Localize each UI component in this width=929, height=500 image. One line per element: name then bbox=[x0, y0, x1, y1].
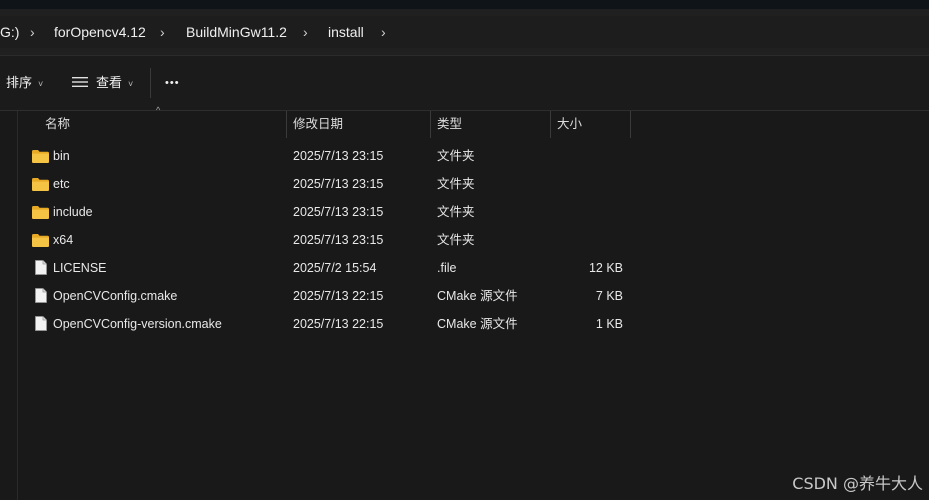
column-header-date[interactable]: 修改日期 bbox=[293, 111, 343, 138]
view-button[interactable]: 查看 ˅ bbox=[72, 68, 133, 98]
chevron-right-icon[interactable]: › bbox=[30, 16, 35, 48]
toolbar-divider bbox=[150, 68, 151, 98]
file-row[interactable]: bin 2025/7/13 23:15 文件夹 bbox=[18, 142, 638, 170]
file-size bbox=[563, 226, 623, 254]
breadcrumb-item-install[interactable]: install bbox=[328, 16, 364, 48]
sort-label: 排序 bbox=[6, 75, 33, 90]
file-date: 2025/7/2 15:54 bbox=[293, 261, 377, 275]
file-name: LICENSE bbox=[53, 261, 107, 275]
file-date: 2025/7/13 22:15 bbox=[293, 317, 384, 331]
file-date: 2025/7/13 23:15 bbox=[293, 177, 384, 191]
file-date: 2025/7/13 22:15 bbox=[293, 289, 384, 303]
file-size bbox=[563, 170, 623, 198]
column-divider[interactable] bbox=[430, 111, 431, 138]
chevron-right-icon[interactable]: › bbox=[303, 16, 308, 48]
file-date: 2025/7/13 23:15 bbox=[293, 233, 384, 247]
file-icon bbox=[35, 288, 47, 303]
column-header-name[interactable]: 名称 bbox=[45, 111, 70, 138]
watermark: CSDN @养牛大人 bbox=[792, 474, 923, 493]
breadcrumb-item-foropencv[interactable]: forOpencv4.12 bbox=[54, 16, 146, 48]
file-size bbox=[563, 142, 623, 170]
view-label: 查看 bbox=[96, 75, 123, 90]
file-row[interactable]: OpenCVConfig.cmake 2025/7/13 22:15 CMake 源… bbox=[18, 282, 638, 310]
breadcrumb-item-drive[interactable]: G:) bbox=[0, 16, 19, 48]
file-name: OpenCVConfig-version.cmake bbox=[53, 317, 222, 331]
file-type: 文件夹 bbox=[437, 205, 475, 219]
file-name: OpenCVConfig.cmake bbox=[53, 289, 178, 303]
sort-button[interactable]: 排序 ˅ bbox=[6, 68, 43, 98]
file-type: CMake 源文件 bbox=[437, 289, 518, 303]
file-icon bbox=[35, 316, 47, 331]
chevron-right-icon[interactable]: › bbox=[160, 16, 165, 48]
file-name: bin bbox=[53, 149, 70, 163]
file-size: 1 KB bbox=[595, 317, 623, 331]
file-name: include bbox=[53, 205, 93, 219]
address-bar[interactable]: G:) › forOpencv4.12 › BuildMinGw11.2 › i… bbox=[0, 9, 929, 56]
file-row[interactable]: include 2025/7/13 23:15 文件夹 bbox=[18, 198, 638, 226]
folder-icon bbox=[32, 150, 49, 163]
folder-icon bbox=[32, 234, 49, 247]
file-row[interactable]: etc 2025/7/13 23:15 文件夹 bbox=[18, 170, 638, 198]
chevron-right-icon[interactable]: › bbox=[381, 16, 386, 48]
column-divider[interactable] bbox=[550, 111, 551, 138]
file-type: 文件夹 bbox=[437, 233, 475, 247]
folder-icon bbox=[32, 206, 49, 219]
file-row[interactable]: LICENSE 2025/7/2 15:54 .file 12 KB bbox=[18, 254, 638, 282]
more-options-button[interactable]: ••• bbox=[165, 68, 180, 98]
breadcrumb-item-buildmingw[interactable]: BuildMinGw11.2 bbox=[186, 16, 287, 48]
file-type: 文件夹 bbox=[437, 149, 475, 163]
command-bar: 排序 ˅ 查看 ˅ ••• bbox=[0, 56, 929, 111]
column-divider[interactable] bbox=[286, 111, 287, 138]
view-list-icon bbox=[72, 77, 88, 87]
column-header-type[interactable]: 类型 bbox=[437, 111, 462, 138]
file-name: etc bbox=[53, 177, 70, 191]
file-date: 2025/7/13 23:15 bbox=[293, 149, 384, 163]
sort-ascending-icon: ^ bbox=[156, 105, 161, 115]
column-header-row: ^ 名称 修改日期 类型 大小 bbox=[0, 105, 929, 138]
file-type: .file bbox=[437, 261, 457, 275]
column-header-size[interactable]: 大小 bbox=[557, 111, 582, 138]
file-type: CMake 源文件 bbox=[437, 317, 518, 331]
folder-icon bbox=[32, 178, 49, 191]
file-size: 7 KB bbox=[595, 289, 623, 303]
breadcrumb[interactable]: G:) › forOpencv4.12 › BuildMinGw11.2 › i… bbox=[0, 16, 929, 48]
column-divider[interactable] bbox=[630, 111, 631, 138]
file-date: 2025/7/13 23:15 bbox=[293, 205, 384, 219]
file-size: 12 KB bbox=[588, 261, 623, 275]
file-size bbox=[563, 198, 623, 226]
file-icon bbox=[35, 260, 47, 275]
chevron-down-icon: ˅ bbox=[128, 79, 134, 89]
chevron-down-icon: ˅ bbox=[38, 79, 44, 89]
file-row[interactable]: x64 2025/7/13 23:15 文件夹 bbox=[18, 226, 638, 254]
file-name: x64 bbox=[53, 233, 74, 247]
window-top-strip bbox=[0, 0, 929, 9]
file-type: 文件夹 bbox=[437, 177, 475, 191]
file-row[interactable]: OpenCVConfig-version.cmake 2025/7/13 22:1… bbox=[18, 310, 638, 338]
